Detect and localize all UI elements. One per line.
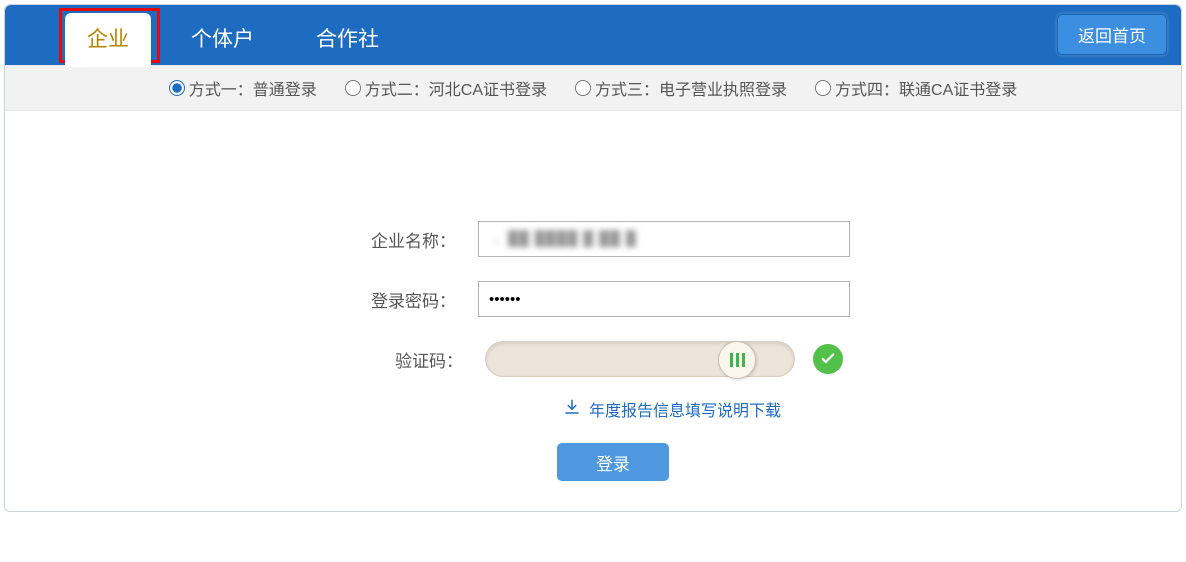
password-label: 登录密码： <box>336 287 456 312</box>
company-label: 企业名称： <box>336 227 456 252</box>
method-elicense-label: 方式三：电子营业执照登录 <box>595 76 787 100</box>
download-icon <box>563 398 581 421</box>
header-bar: 企业 个体户 合作社 返回首页 <box>5 5 1181 65</box>
method-unicom-ca-radio[interactable] <box>815 80 831 96</box>
tab-cooperative[interactable]: 合作社 <box>294 13 401 67</box>
method-hebei-ca-label: 方式二：河北CA证书登录 <box>365 76 547 100</box>
login-method-row: 方式一：普通登录 方式二：河北CA证书登录 方式三：电子营业执照登录 方式四：联… <box>5 65 1181 111</box>
row-captcha: 验证码： <box>5 341 1181 377</box>
method-normal-label: 方式一：普通登录 <box>189 76 317 100</box>
login-button-row: 登录 <box>45 443 1181 481</box>
login-form: 企业名称： ．██ ████ █ ██ █ 登录密码： 验证码： <box>5 111 1181 511</box>
method-normal-radio[interactable] <box>169 80 185 96</box>
slider-handle[interactable] <box>718 341 756 379</box>
row-company: 企业名称： ．██ ████ █ ██ █ <box>5 221 1181 257</box>
method-hebei-ca[interactable]: 方式二：河北CA证书登录 <box>345 76 547 100</box>
method-unicom-ca-label: 方式四：联通CA证书登录 <box>835 76 1017 100</box>
download-instructions-link[interactable]: 年度报告信息填写说明下载 <box>563 397 781 421</box>
grip-icon <box>730 353 745 367</box>
tab-individual[interactable]: 个体户 <box>169 13 276 67</box>
password-input[interactable] <box>478 281 850 317</box>
download-text: 年度报告信息填写说明下载 <box>589 397 781 421</box>
method-hebei-ca-radio[interactable] <box>345 80 361 96</box>
login-button[interactable]: 登录 <box>557 443 669 481</box>
method-elicense[interactable]: 方式三：电子营业执照登录 <box>575 76 787 100</box>
captcha-slider[interactable] <box>485 341 795 377</box>
method-normal[interactable]: 方式一：普通登录 <box>169 76 317 100</box>
tab-enterprise[interactable]: 企业 <box>65 13 151 67</box>
entity-type-tabs: 企业 个体户 合作社 <box>65 13 401 65</box>
company-input[interactable]: ．██ ████ █ ██ █ <box>478 221 850 257</box>
captcha-success-icon <box>813 344 843 374</box>
return-home-button[interactable]: 返回首页 <box>1057 14 1167 55</box>
method-elicense-radio[interactable] <box>575 80 591 96</box>
method-unicom-ca[interactable]: 方式四：联通CA证书登录 <box>815 76 1017 100</box>
row-password: 登录密码： <box>5 281 1181 317</box>
download-row: 年度报告信息填写说明下载 <box>163 397 1181 421</box>
check-icon <box>819 350 837 368</box>
captcha-label: 验证码： <box>343 347 463 372</box>
login-panel: 企业 个体户 合作社 返回首页 方式一：普通登录 方式二：河北CA证书登录 方式… <box>4 4 1182 512</box>
